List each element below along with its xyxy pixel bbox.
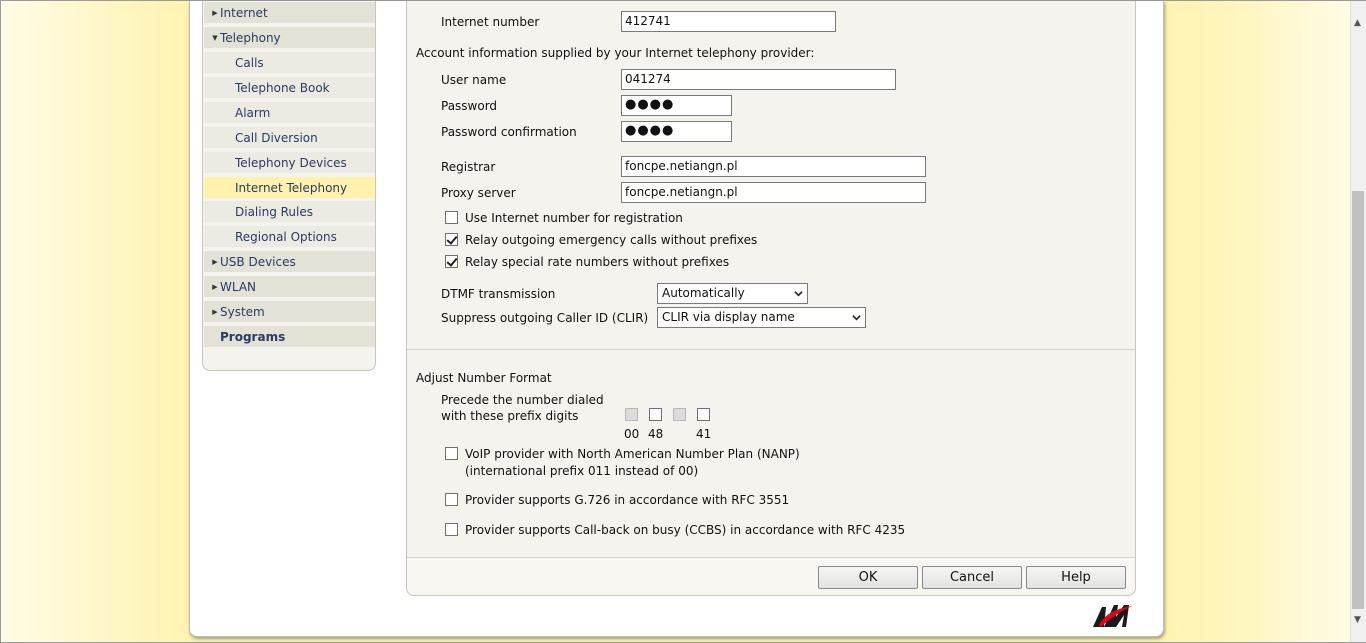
password-label: Password (441, 99, 498, 113)
sidebar-item-calls[interactable]: Calls (204, 52, 375, 73)
sidebar-item-telephony-devices[interactable]: Telephony Devices (204, 152, 375, 173)
cancel-button[interactable]: Cancel (922, 566, 1022, 589)
clir-select[interactable]: CLIR via display name (657, 307, 866, 328)
sidebar-item-label: Programs (220, 329, 286, 344)
password-confirm-label: Password confirmation (441, 125, 577, 139)
sidebar-item-dialing-rules[interactable]: Dialing Rules (204, 201, 375, 222)
ok-button[interactable]: OK (818, 566, 918, 589)
password-input[interactable]: ●●●● (621, 95, 732, 116)
internet-number-label: Internet number (441, 15, 540, 29)
password-confirm-input[interactable]: ●●●● (621, 121, 732, 142)
registrar-input[interactable]: foncpe.netiangn.pl (621, 156, 926, 177)
g726-checkbox[interactable] (445, 493, 458, 506)
username-input[interactable]: 041274 (621, 69, 896, 90)
nanp-label-line1: VoIP provider with North American Number… (465, 447, 800, 461)
sidebar-item-system[interactable]: ▶ System (204, 301, 375, 322)
precede-label-line2: with these prefix digits (441, 409, 579, 423)
prefix-48-checkbox[interactable] (649, 408, 662, 421)
clir-selected-value: CLIR via display name (662, 310, 795, 324)
sidebar-item-call-diversion[interactable]: Call Diversion (204, 127, 375, 148)
prefix-41-label: 41 (696, 427, 712, 441)
dtmf-select[interactable]: Automatically (657, 283, 808, 304)
chevron-down-icon (794, 291, 803, 297)
number-format-heading: Adjust Number Format (416, 371, 552, 385)
relay-emergency-checkbox[interactable] (445, 233, 458, 246)
proxy-server-input[interactable]: foncpe.netiangn.pl (621, 182, 926, 203)
ccbs-checkbox[interactable] (445, 523, 458, 536)
dtmf-selected-value: Automatically (662, 286, 745, 300)
sidebar-item-telephone-book[interactable]: Telephone Book (204, 77, 375, 98)
prefix-blank-checkbox[interactable] (673, 408, 686, 421)
scroll-down-arrow-icon[interactable]: ▼ (1354, 615, 1361, 625)
internet-number-input[interactable]: 412741 (621, 11, 836, 32)
sidebar-item-label: Call Diversion (235, 130, 318, 145)
prefix-48-label: 48 (648, 427, 664, 441)
prefix-00-checkbox[interactable] (625, 408, 638, 421)
proxy-server-label: Proxy server (441, 186, 516, 200)
precede-label-line1: Precede the number dialed (441, 393, 604, 407)
section-divider (407, 557, 1135, 558)
sidebar-item-label: Telephone Book (235, 80, 330, 95)
nanp-label-line2: (international prefix 011 instead of 00) (465, 464, 699, 478)
sidebar-item-label: Calls (235, 55, 264, 70)
sidebar-item-label: Dialing Rules (235, 204, 314, 219)
relay-special-checkbox[interactable] (445, 255, 458, 268)
section-divider (407, 349, 1135, 350)
ccbs-label: Provider supports Call-back on busy (CCB… (465, 523, 906, 537)
chevron-down-icon (852, 315, 861, 321)
sidebar-item-usb-devices[interactable]: ▶ USB Devices (204, 251, 375, 272)
sidebar-item-label: System (220, 304, 265, 319)
sidebar-item-label: Telephony Devices (235, 155, 347, 170)
sidebar-item-label: Alarm (235, 105, 271, 120)
nanp-checkbox[interactable] (445, 447, 458, 460)
sidebar-item-label: WLAN (220, 279, 257, 294)
help-button[interactable]: Help (1026, 566, 1126, 589)
triangle-down-icon: ▼ (212, 33, 218, 42)
sidebar-item-telephony[interactable]: ▼ Telephony (204, 27, 375, 48)
sidebar-item-programs[interactable]: Programs (204, 326, 375, 347)
triangle-right-icon: ▶ (212, 282, 218, 291)
sidebar-item-internet-telephony[interactable]: Internet Telephony (204, 177, 375, 198)
sidebar-item-alarm[interactable]: Alarm (204, 102, 375, 123)
sidebar-item-regional-options[interactable]: Regional Options (204, 226, 375, 247)
avm-logo-icon (1093, 605, 1132, 627)
sidebar-nav: ▶ Internet ▼ Telephony Calls Telephone Boo… (202, 1, 376, 371)
clir-label: Suppress outgoing Caller ID (CLIR) (441, 311, 649, 325)
sidebar-item-label: Telephony (220, 30, 281, 45)
scrollbar-thumb[interactable] (1352, 191, 1364, 609)
use-internet-number-checkbox[interactable] (445, 211, 458, 224)
dtmf-label: DTMF transmission (441, 287, 556, 301)
sidebar-item-label: USB Devices (220, 254, 296, 269)
relay-special-label: Relay special rate numbers without prefi… (465, 255, 730, 269)
scroll-up-arrow-icon[interactable]: ▲ (1354, 18, 1361, 28)
prefix-41-checkbox[interactable] (697, 408, 710, 421)
username-label: User name (441, 73, 507, 87)
triangle-right-icon: ▶ (212, 307, 218, 316)
triangle-right-icon: ▶ (212, 8, 218, 17)
sidebar-item-internet[interactable]: ▶ Internet (204, 2, 375, 23)
relay-emergency-label: Relay outgoing emergency calls without p… (465, 233, 758, 247)
sidebar-item-wlan[interactable]: ▶ WLAN (204, 276, 375, 297)
sidebar-item-label: Regional Options (235, 229, 337, 244)
sidebar-item-label: Internet Telephony (235, 180, 348, 195)
g726-label: Provider supports G.726 in accordance wi… (465, 493, 790, 507)
triangle-right-icon: ▶ (212, 257, 218, 266)
sidebar-item-label: Internet (220, 5, 268, 20)
prefix-00-label: 00 (624, 427, 640, 441)
account-info-heading: Account information supplied by your Int… (416, 46, 815, 60)
registrar-label: Registrar (441, 160, 496, 174)
use-internet-number-label: Use Internet number for registration (465, 211, 683, 225)
